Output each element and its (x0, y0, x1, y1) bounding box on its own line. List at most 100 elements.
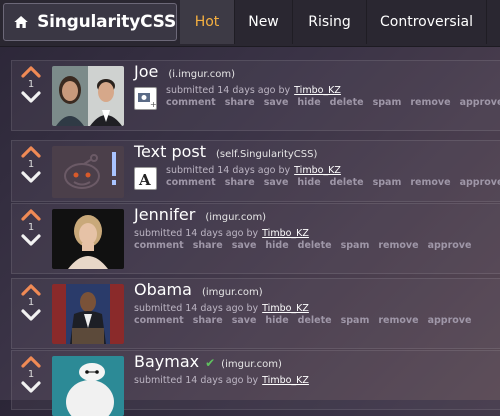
post-domain[interactable]: (imgur.com) (205, 212, 266, 223)
share-button[interactable]: share (193, 315, 223, 326)
post-domain[interactable]: (imgur.com) (202, 287, 263, 298)
vote-column: 1 (19, 209, 43, 246)
post-tagline: submitted 14 days ago by Timbo_KZ (134, 375, 500, 386)
upvote-arrow-icon[interactable] (21, 209, 41, 221)
post-domain[interactable]: (i.imgur.com) (168, 69, 235, 80)
post-author[interactable]: Timbo_KZ (294, 85, 341, 96)
downvote-arrow-icon[interactable] (21, 91, 41, 103)
post-item: 1 Obama (imgur.com) submitted 14 days ag… (11, 278, 500, 349)
post-score: 1 (27, 79, 35, 90)
tab-overflow[interactable] (487, 0, 500, 44)
post-tagline: submitted 14 days ago by Timbo_KZ (134, 303, 500, 314)
podium-photo-icon (52, 284, 124, 344)
post-score: 1 (27, 297, 35, 308)
tab-new[interactable]: New (235, 0, 293, 44)
post-thumbnail[interactable] (52, 66, 124, 126)
post-title[interactable]: Joe (134, 62, 158, 81)
vote-column: 1 (19, 356, 43, 393)
downvote-arrow-icon[interactable] (21, 234, 41, 246)
post-title[interactable]: Obama (134, 280, 192, 299)
tab-hot[interactable]: Hot (180, 0, 235, 44)
vote-column: 1 (19, 146, 43, 183)
save-button[interactable]: save (264, 177, 289, 188)
downvote-arrow-icon[interactable] (21, 171, 41, 183)
delete-button[interactable]: delete (330, 97, 364, 108)
post-title[interactable]: Baymax (134, 352, 199, 371)
save-button[interactable]: save (232, 240, 257, 251)
comment-button[interactable]: comment (134, 315, 184, 326)
comment-button[interactable]: comment (134, 240, 184, 251)
top-navigation-bar: SingularityCSS Hot New Rising Controvers… (0, 0, 500, 47)
upvote-arrow-icon[interactable] (21, 66, 41, 78)
share-button[interactable]: share (225, 177, 255, 188)
subreddit-title: SingularityCSS (37, 12, 176, 32)
text-expand-icon[interactable]: A (134, 167, 157, 190)
upvote-arrow-icon[interactable] (21, 356, 41, 368)
submitted-time: submitted 14 days ago by (166, 165, 291, 176)
post-thumbnail[interactable] (52, 146, 124, 198)
approve-button[interactable]: approve (428, 315, 472, 326)
remove-button[interactable]: remove (410, 97, 450, 108)
hide-button[interactable]: hide (265, 315, 288, 326)
hide-button[interactable]: hide (297, 97, 320, 108)
post-item: 1 Jennifer (imgur.com) submitted 14 days… (11, 203, 500, 274)
tab-controversial[interactable]: Controversial (367, 0, 487, 44)
post-author[interactable]: Timbo_KZ (262, 228, 309, 239)
post-author[interactable]: Timbo_KZ (262, 375, 309, 386)
tab-rising[interactable]: Rising (293, 0, 367, 44)
post-score: 1 (27, 222, 35, 233)
post-item: 1 Joe (i.imgur.com) + submitted 14 days … (11, 60, 500, 131)
post-score: 1 (27, 369, 35, 380)
post-item: 1 Text post (self.SingularityCSS) A subm… (11, 140, 500, 202)
remove-button[interactable]: remove (410, 177, 450, 188)
post-actions: comment share save hide delete spam remo… (134, 315, 500, 326)
submitted-time: submitted 14 days ago by (166, 85, 291, 96)
self-post-alien-icon (52, 146, 124, 198)
post-thumbnail[interactable] (52, 209, 124, 269)
spam-button[interactable]: spam (341, 315, 370, 326)
upvote-arrow-icon[interactable] (21, 146, 41, 158)
remove-button[interactable]: remove (378, 240, 418, 251)
post-author[interactable]: Timbo_KZ (262, 303, 309, 314)
approve-button[interactable]: approve (460, 97, 500, 108)
remove-button[interactable]: remove (378, 315, 418, 326)
svg-text:A: A (138, 171, 151, 189)
post-actions: comment share save hide delete spam remo… (134, 240, 500, 251)
vote-column: 1 (19, 284, 43, 321)
subreddit-home-link[interactable]: SingularityCSS (3, 3, 177, 41)
image-expand-icon[interactable]: + (134, 87, 157, 110)
hide-button[interactable]: hide (265, 240, 288, 251)
upvote-arrow-icon[interactable] (21, 284, 41, 296)
comment-button[interactable]: comment (166, 177, 216, 188)
submitted-time: submitted 14 days ago by (134, 228, 259, 239)
post-domain[interactable]: (self.SingularityCSS) (216, 149, 317, 160)
hide-button[interactable]: hide (297, 177, 320, 188)
post-content: Baymax ✔ (imgur.com) submitted 14 days a… (134, 352, 500, 386)
spam-button[interactable]: spam (341, 240, 370, 251)
spam-button[interactable]: spam (373, 97, 402, 108)
post-title[interactable]: Text post (134, 142, 206, 161)
post-actions: comment share save hide delete spam remo… (166, 97, 500, 108)
spam-button[interactable]: spam (373, 177, 402, 188)
save-button[interactable]: save (232, 315, 257, 326)
post-title[interactable]: Jennifer (134, 205, 195, 224)
post-tagline: submitted 14 days ago by Timbo_KZ (166, 85, 500, 96)
delete-button[interactable]: delete (298, 315, 332, 326)
post-thumbnail[interactable] (52, 284, 124, 344)
downvote-arrow-icon[interactable] (21, 381, 41, 393)
post-thumbnail[interactable] (52, 356, 124, 416)
post-tagline: submitted 14 days ago by Timbo_KZ (166, 165, 500, 176)
downvote-arrow-icon[interactable] (21, 309, 41, 321)
portrait-photo-icon (52, 66, 124, 126)
vote-column: 1 (19, 66, 43, 103)
share-button[interactable]: share (225, 97, 255, 108)
post-domain[interactable]: (imgur.com) (221, 359, 282, 370)
delete-button[interactable]: delete (330, 177, 364, 188)
post-author[interactable]: Timbo_KZ (294, 165, 341, 176)
share-button[interactable]: share (193, 240, 223, 251)
save-button[interactable]: save (264, 97, 289, 108)
delete-button[interactable]: delete (298, 240, 332, 251)
approve-button[interactable]: approve (460, 177, 500, 188)
comment-button[interactable]: comment (166, 97, 216, 108)
approve-button[interactable]: approve (428, 240, 472, 251)
